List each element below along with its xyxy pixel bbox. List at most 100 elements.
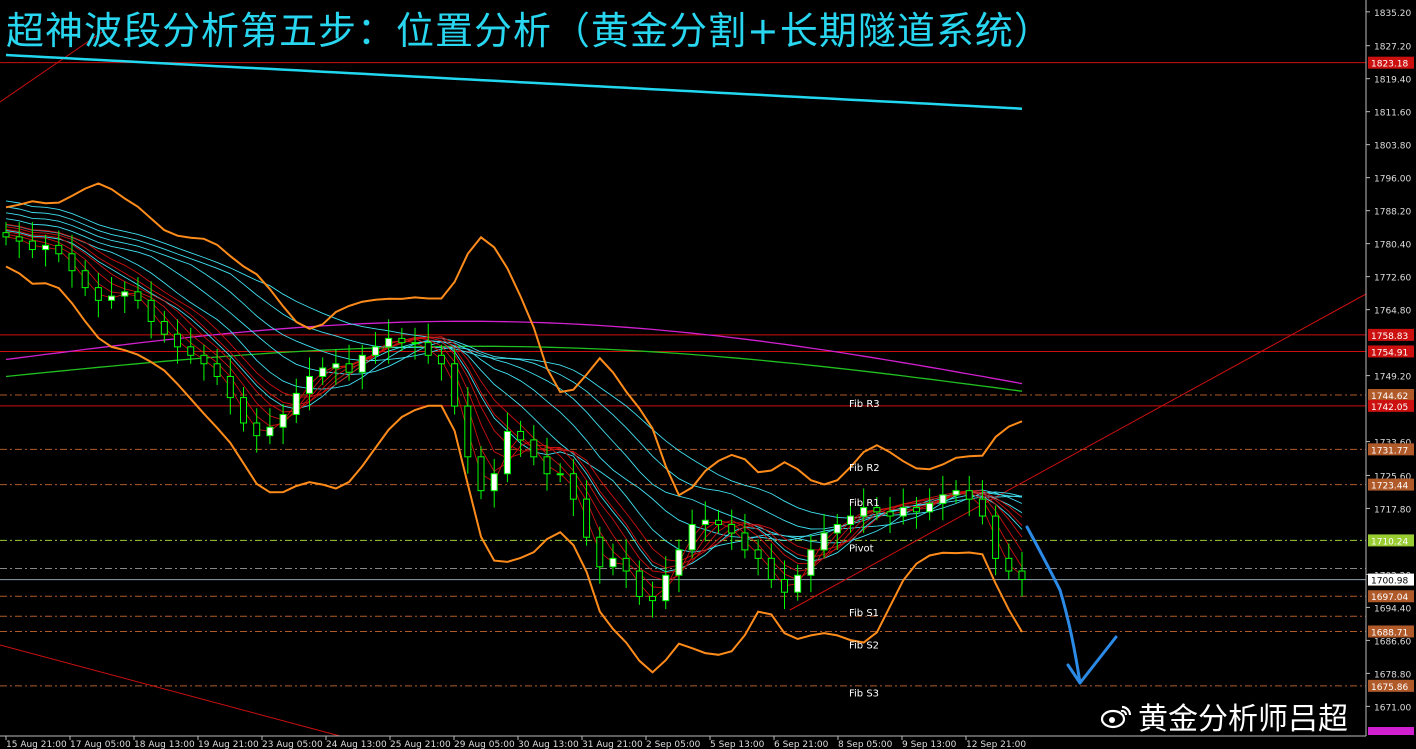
y-tick-label-16: 1686.60 xyxy=(1374,637,1411,647)
price-tag-label-6: 1723.44 xyxy=(1371,482,1408,492)
y-tick-label-3: 1811.60 xyxy=(1374,109,1411,119)
candle-body-46 xyxy=(609,557,617,568)
price-tag-label-7: 1710.24 xyxy=(1371,537,1408,547)
x-tick-label-1: 17 Aug 05:00 xyxy=(70,740,131,749)
candle-body-55 xyxy=(728,524,736,534)
candle-body-64 xyxy=(846,515,854,526)
candle-body-27 xyxy=(358,354,366,373)
candle-body-16 xyxy=(213,363,221,377)
candle-body-21 xyxy=(279,414,287,428)
x-tick-label-0: 15 Aug 21:00 xyxy=(6,740,67,749)
candle-body-19 xyxy=(253,422,261,437)
x-tick-label-9: 31 Aug 21:00 xyxy=(582,740,643,749)
price-chart: Fib R3 Fib R2 Fib R1 Pivot Fib S1 Fib S2 Fib S… xyxy=(0,0,1414,749)
candle-body-1 xyxy=(15,236,23,242)
price-tag-label-5: 1731.77 xyxy=(1371,446,1408,456)
candle-body-68 xyxy=(899,507,907,517)
price-tag-label-10: 1688.71 xyxy=(1371,628,1408,638)
x-tick-label-12: 6 Sep 21:00 xyxy=(774,740,829,749)
candle-body-59 xyxy=(780,578,788,593)
candle-body-40 xyxy=(530,439,538,458)
candle-body-60 xyxy=(794,574,802,593)
x-tick-label-15: 12 Sep 21:00 xyxy=(966,740,1026,749)
candle-body-63 xyxy=(833,524,841,534)
x-tick-label-11: 5 Sep 13:00 xyxy=(710,740,765,749)
candle-body-32 xyxy=(424,342,432,356)
candle-body-22 xyxy=(292,392,300,416)
x-tick-label-2: 18 Aug 13:00 xyxy=(134,740,195,749)
price-tag-magenta xyxy=(1368,727,1414,735)
candle-body-56 xyxy=(741,532,749,551)
y-tick-label-15: 1694.40 xyxy=(1374,604,1411,614)
y-tick-label-13: 1717.80 xyxy=(1374,505,1411,515)
fib-label-5: Fib S2 xyxy=(849,641,879,652)
y-tick-label-7: 1780.40 xyxy=(1374,241,1411,251)
candle-body-58 xyxy=(767,557,775,580)
y-tick-label-10: 1749.20 xyxy=(1374,373,1411,383)
y-tick-label-4: 1803.80 xyxy=(1374,142,1411,152)
candle-body-15 xyxy=(200,354,208,365)
candle-body-8 xyxy=(108,295,116,301)
candle-body-12 xyxy=(160,320,168,335)
price-tag-label-4: 1742.05 xyxy=(1371,403,1408,413)
candle-body-50 xyxy=(662,574,670,602)
x-tick-label-13: 8 Sep 05:00 xyxy=(838,740,893,749)
x-tick-label-7: 29 Aug 05:00 xyxy=(454,740,515,749)
candle-body-53 xyxy=(701,519,709,526)
candle-body-2 xyxy=(28,240,36,251)
candle-body-37 xyxy=(490,473,498,492)
y-tick-label-1: 1827.20 xyxy=(1374,43,1411,53)
price-tag-label-8: 1700.98 xyxy=(1371,577,1408,587)
candle-body-76 xyxy=(1005,557,1013,572)
candle-body-6 xyxy=(81,270,89,289)
fib-label-2: Fib R1 xyxy=(849,498,880,509)
candle-body-23 xyxy=(305,375,313,394)
candle-body-11 xyxy=(147,299,155,322)
candle-body-72 xyxy=(952,490,960,496)
fib-label-1: Fib R2 xyxy=(849,463,880,474)
candle-body-33 xyxy=(437,354,445,365)
candle-body-35 xyxy=(464,405,472,458)
x-tick-label-8: 30 Aug 13:00 xyxy=(518,740,579,749)
y-tick-label-5: 1796.00 xyxy=(1374,175,1411,185)
candle-body-26 xyxy=(345,363,353,373)
candle-body-54 xyxy=(715,519,723,526)
price-tag-label-0: 1823.18 xyxy=(1371,60,1408,70)
candle-body-49 xyxy=(649,595,657,602)
price-tag-label-11: 1675.86 xyxy=(1371,683,1408,693)
candle-body-41 xyxy=(543,456,551,475)
candle-body-74 xyxy=(978,498,986,517)
candle-body-48 xyxy=(635,570,643,597)
candle-body-20 xyxy=(266,426,274,437)
x-tick-label-10: 2 Sep 05:00 xyxy=(646,740,701,749)
x-tick-label-4: 23 Aug 05:00 xyxy=(262,740,323,749)
fib-label-4: Fib S1 xyxy=(849,608,879,619)
candle-body-52 xyxy=(688,524,696,551)
y-tick-label-9: 1764.80 xyxy=(1374,307,1411,317)
weibo-watermark: 黄金分析师吕超 xyxy=(1100,694,1348,738)
x-tick-label-6: 25 Aug 21:00 xyxy=(390,740,451,749)
fib-label-0: Fib R3 xyxy=(849,399,880,410)
bollinger-upper xyxy=(5,182,1023,497)
watermark-text: 黄金分析师吕超 xyxy=(1138,702,1348,737)
candle-body-10 xyxy=(134,291,142,301)
forecast-arrow xyxy=(1025,525,1082,685)
price-tag-label-1: 1758.83 xyxy=(1371,332,1408,342)
candle-body-18 xyxy=(240,397,248,424)
trendline-rising xyxy=(789,293,1367,611)
chart-title: 超神波段分析第五步：位置分析（黄金分割+长期隧道系统） xyxy=(6,9,1053,53)
price-tag-label-2: 1754.91 xyxy=(1371,348,1408,358)
candle-body-17 xyxy=(226,375,234,399)
fib-label-3: Pivot xyxy=(849,543,874,554)
trendline-lower-left xyxy=(0,644,341,737)
y-tick-label-17: 1678.80 xyxy=(1374,670,1411,680)
slow-ribbon-4 xyxy=(5,206,1023,530)
candle-body-36 xyxy=(477,456,485,492)
candle-body-4 xyxy=(55,244,63,255)
candle-body-0 xyxy=(2,232,10,238)
candle-body-13 xyxy=(174,333,182,348)
candle-body-29 xyxy=(385,337,393,348)
y-tick-label-8: 1772.60 xyxy=(1374,274,1411,284)
y-tick-label-18: 1671.00 xyxy=(1374,703,1411,713)
candle-body-38 xyxy=(503,430,511,475)
